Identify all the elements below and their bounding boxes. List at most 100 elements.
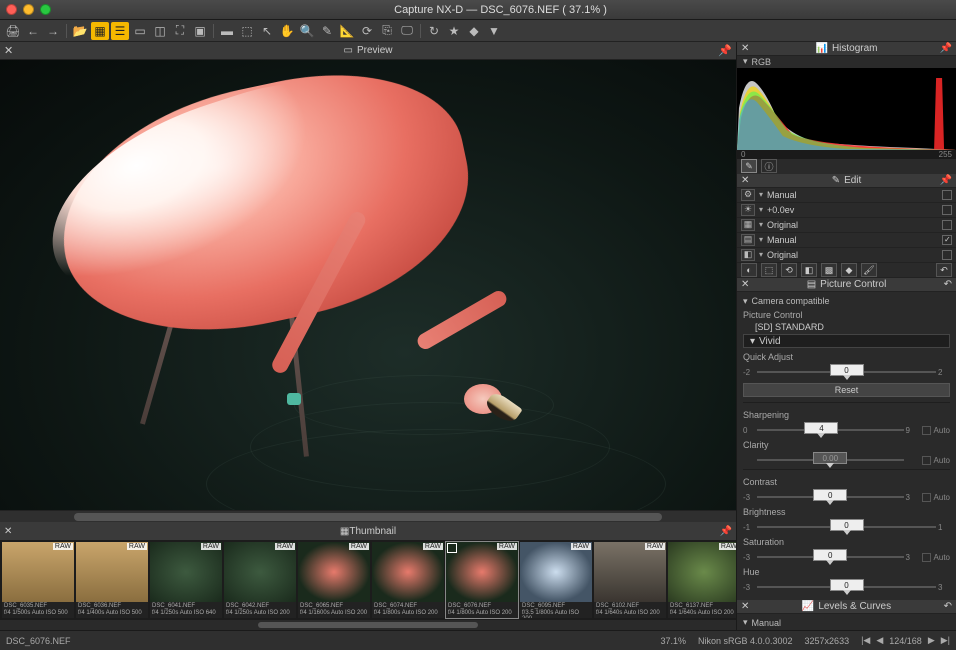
thumbnail-image: [150, 542, 222, 602]
contrast-label: Contrast: [743, 477, 950, 487]
levels-manual-row[interactable]: ▾ Manual: [743, 616, 950, 630]
zoom-tool-button[interactable]: 🔍: [298, 22, 316, 40]
sharpening-auto-checkbox[interactable]: Auto: [922, 426, 950, 435]
thumbnail-caption: DSC_6065.NEFf/4 1/1600s Auto ISO 200: [298, 602, 370, 618]
view-compare-button[interactable]: ◫: [151, 22, 169, 40]
export-button[interactable]: ⎘: [378, 22, 396, 40]
histogram-channel-row[interactable]: ▾ RGB: [737, 56, 956, 68]
thumbnail-item[interactable]: DSC_6065.NEFf/4 1/1600s Auto ISO 200: [298, 542, 370, 618]
levels-tool-button[interactable]: ◧: [801, 263, 817, 277]
close-icon[interactable]: ✕: [4, 526, 12, 537]
brush-tool-button[interactable]: 🖌: [861, 263, 877, 277]
edit-row-checkbox[interactable]: [942, 190, 952, 200]
straighten-button[interactable]: 📐: [338, 22, 356, 40]
saturation-slider[interactable]: -3 0 3: [743, 551, 918, 563]
picture-control-preset-dropdown[interactable]: ▾ Vivid: [743, 334, 950, 348]
quick-adjust-slider[interactable]: -2 0 2: [743, 366, 950, 378]
thumbnail-item[interactable]: DSC_6042.NEFf/4 1/250s Auto ISO 200: [224, 542, 296, 618]
preview-scrollbar[interactable]: [0, 510, 736, 522]
camera-compatible-row[interactable]: ▾ Camera compatible: [743, 294, 950, 308]
open-button[interactable]: 📂: [71, 22, 89, 40]
edit-row-checkbox[interactable]: [942, 250, 952, 260]
edit-row-checkbox[interactable]: [942, 220, 952, 230]
edit-tab-adjust[interactable]: ✎: [741, 159, 757, 173]
pointer-tool-button[interactable]: ↖: [258, 22, 276, 40]
clarity-auto-checkbox[interactable]: Auto: [922, 456, 950, 465]
rotate-tool-button[interactable]: ⟲: [781, 263, 797, 277]
thumbnail-scrollbar[interactable]: [0, 620, 736, 630]
contrast-slider[interactable]: -3 0 3: [743, 491, 918, 503]
next-button[interactable]: ▶: [928, 635, 935, 646]
histogram-toggle-button[interactable]: ▬: [218, 22, 236, 40]
undo-icon[interactable]: ↶: [944, 601, 952, 612]
pin-icon[interactable]: 📌: [940, 175, 952, 186]
prev-button[interactable]: ◀: [876, 635, 883, 646]
brightness-slider[interactable]: -1 0 1: [743, 521, 950, 533]
thumbnail-item[interactable]: DSC_6102.NEFf/4 1/640s Auto ISO 200: [594, 542, 666, 618]
edit-row-checkbox[interactable]: [942, 205, 952, 215]
crop-tool2-button[interactable]: ⬚: [761, 263, 777, 277]
edit-row-checkbox[interactable]: [942, 235, 952, 245]
thumbnail-image: [446, 542, 518, 602]
view-list-button[interactable]: ☰: [111, 22, 129, 40]
zoom-window-button[interactable]: [40, 4, 51, 15]
pin-icon[interactable]: 📌: [720, 526, 732, 537]
forward-button[interactable]: →: [44, 22, 62, 40]
sharpening-label: Sharpening: [743, 410, 950, 420]
last-button[interactable]: ▶|: [941, 635, 950, 646]
close-window-button[interactable]: [6, 4, 17, 15]
thumbnail-item[interactable]: DSC_6095.NEFf/3.5 1/800s Auto ISO 200: [520, 542, 592, 618]
tone-tool-button[interactable]: ◐: [741, 263, 757, 277]
scrollbar-thumb[interactable]: [74, 513, 663, 521]
edit-row-original1[interactable]: ▦▾Original: [737, 218, 956, 233]
close-icon[interactable]: ✕: [741, 601, 749, 612]
hand-tool-button[interactable]: ✋: [278, 22, 296, 40]
thumbnail-item[interactable]: DSC_6076.NEFf/4 1/800s Auto ISO 200: [446, 542, 518, 618]
label-button[interactable]: ◆: [465, 22, 483, 40]
thumbnail-item[interactable]: DSC_6041.NEFf/4 1/250s Auto ISO 640: [150, 542, 222, 618]
minimize-window-button[interactable]: [23, 4, 34, 15]
edit-row-original2[interactable]: ◧▾Original: [737, 248, 956, 263]
picture-control-header: ✕ ▤ Picture Control ↶: [737, 278, 956, 292]
clarity-slider[interactable]: 0.00: [743, 454, 918, 466]
view-preview-button[interactable]: ▭: [131, 22, 149, 40]
thumbnail-item[interactable]: DSC_6035.NEFf/4 1/500s Auto ISO 500: [2, 542, 74, 618]
noise-tool-button[interactable]: ▩: [821, 263, 837, 277]
hue-slider[interactable]: -3 0 3: [743, 581, 950, 593]
edit-row-manual_pc[interactable]: ▤▾Manual: [737, 233, 956, 248]
crop-tool-button[interactable]: ⬚: [238, 22, 256, 40]
print-button[interactable]: 🖨: [4, 22, 22, 40]
sharpening-slider[interactable]: 0 4 9: [743, 424, 918, 436]
close-icon[interactable]: ✕: [741, 175, 749, 186]
reset-button[interactable]: Reset: [743, 383, 950, 397]
close-icon[interactable]: ✕: [741, 43, 749, 54]
back-button[interactable]: ←: [24, 22, 42, 40]
close-icon[interactable]: ✕: [741, 279, 749, 290]
edit-row-exposure[interactable]: ☀▾+0.0ev: [737, 203, 956, 218]
refresh-button[interactable]: ↻: [425, 22, 443, 40]
edit-tab-metadata[interactable]: ⓘ: [761, 159, 777, 173]
fit-button[interactable]: ▣: [191, 22, 209, 40]
filter-button[interactable]: ▼: [485, 22, 503, 40]
sharpen-tool-button[interactable]: ◆: [841, 263, 857, 277]
edit-row-manual_top[interactable]: ⚙▾Manual: [737, 188, 956, 203]
preview-canvas[interactable]: [0, 60, 736, 510]
undo-button[interactable]: ↶: [936, 263, 952, 277]
monitor-button[interactable]: 🖵: [398, 22, 416, 40]
thumbnail-item[interactable]: DSC_6036.NEFf/4 1/400s Auto ISO 500: [76, 542, 148, 618]
pin-icon[interactable]: 📌: [718, 44, 732, 57]
view-thumbnails-button[interactable]: ▦: [91, 22, 109, 40]
thumbnail-item[interactable]: DSC_6137.NEFf/4 1/640s Auto ISO 200: [668, 542, 736, 618]
eyedropper-button[interactable]: ✎: [318, 22, 336, 40]
thumbnail-item[interactable]: DSC_6074.NEFf/4 1/800s Auto ISO 200: [372, 542, 444, 618]
first-button[interactable]: |◀: [861, 635, 870, 646]
pin-icon[interactable]: 📌: [940, 43, 952, 54]
star-button[interactable]: ★: [445, 22, 463, 40]
close-icon[interactable]: ✕: [4, 44, 13, 57]
contrast-auto-checkbox[interactable]: Auto: [922, 493, 950, 502]
fullscreen-button[interactable]: ⛶: [171, 22, 189, 40]
rotate-button[interactable]: ⟳: [358, 22, 376, 40]
saturation-auto-checkbox[interactable]: Auto: [922, 553, 950, 562]
scrollbar-thumb[interactable]: [258, 622, 479, 628]
undo-icon[interactable]: ↶: [944, 279, 952, 290]
